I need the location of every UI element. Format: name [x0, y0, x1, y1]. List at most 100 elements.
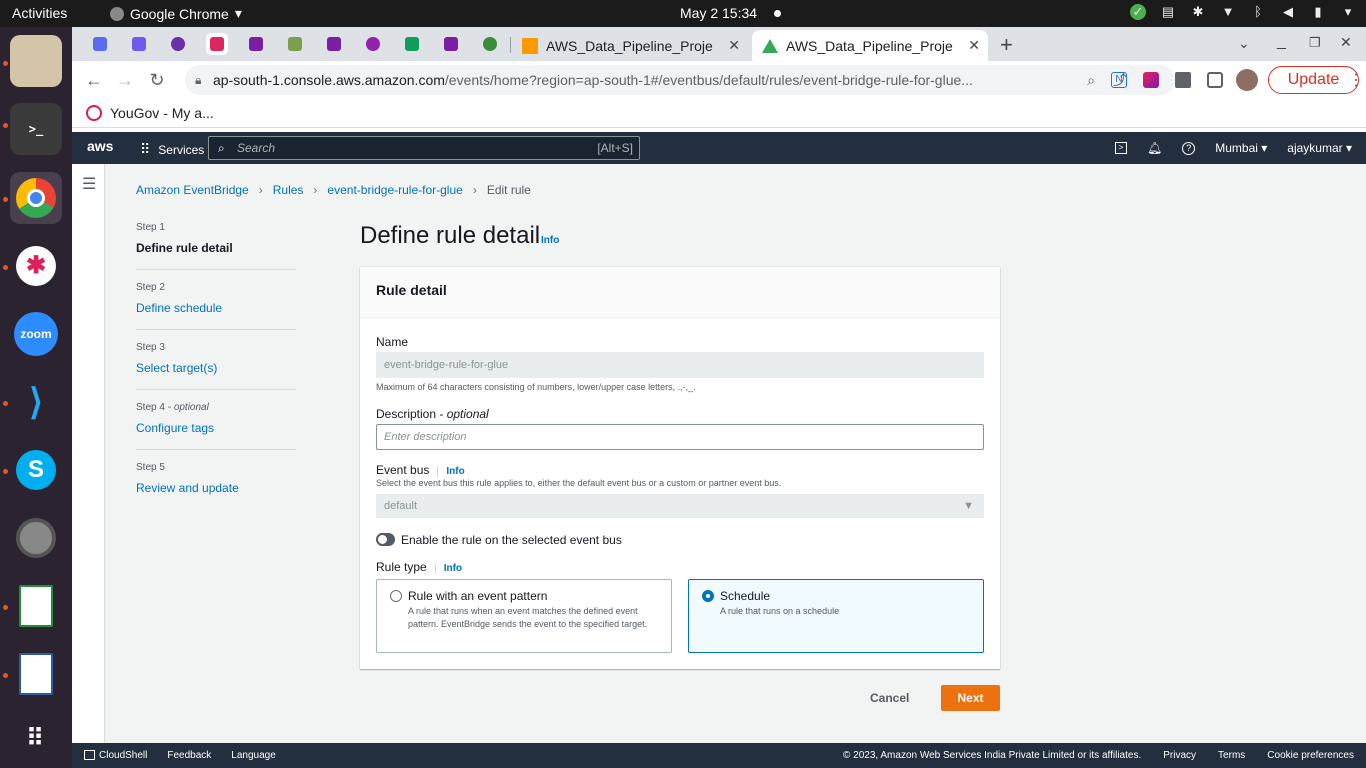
search-shortcut: [Alt+S] — [597, 141, 633, 155]
skype-icon[interactable]: S — [10, 444, 62, 496]
enable-rule-label: Enable the rule on the selected event bu… — [401, 533, 622, 547]
vscode-icon[interactable]: ⟩ — [10, 376, 62, 428]
aws-logo[interactable]: aws — [87, 138, 113, 154]
zoom-icon[interactable]: ⌕ — [1087, 65, 1095, 95]
cookie-preferences-link[interactable]: Cookie preferences — [1267, 750, 1354, 761]
notification-dot-icon — [774, 10, 781, 17]
services-menu[interactable]: ⠿ Services — [140, 141, 204, 158]
next-button[interactable]: Next — [941, 685, 1000, 711]
activities-button[interactable]: Activities — [12, 5, 67, 21]
pinned-tab[interactable] — [323, 33, 345, 55]
new-tab-button[interactable]: + — [1000, 32, 1013, 58]
close-window-icon[interactable]: ✕ — [1340, 34, 1352, 51]
system-tray[interactable]: ✓ ▤ ✱ ▼ ᛒ ◀ ▮ ▾ — [1130, 4, 1356, 20]
tab-search-icon[interactable]: ⌄ — [1238, 35, 1250, 52]
rule-type-schedule-card[interactable]: Schedule A rule that runs on a schedule — [688, 579, 984, 653]
running-indicator — [3, 605, 8, 610]
description-input[interactable]: Enter description — [376, 424, 984, 450]
back-icon[interactable]: ← — [83, 70, 105, 91]
optional-text: optional — [446, 407, 489, 421]
terms-link[interactable]: Terms — [1218, 750, 1245, 761]
page-title: Define rule detail — [360, 222, 541, 249]
system-top-bar: Activities Google Chrome ▾ May 2 15:34 ✓… — [0, 0, 1366, 27]
chrome-icon[interactable] — [10, 172, 62, 224]
bluetooth-icon: ᛒ — [1254, 4, 1262, 19]
account-menu[interactable]: ajaykumar ▾ — [1287, 141, 1352, 155]
clock[interactable]: May 2 15:34 — [680, 5, 757, 21]
rule-type-event-pattern-card[interactable]: Rule with an event pattern A rule that r… — [376, 579, 672, 653]
rule-type-info-link[interactable]: Info — [434, 563, 463, 574]
pinned-tab[interactable] — [362, 33, 384, 55]
aws-search-input[interactable]: ⌕ Search [Alt+S] — [208, 136, 640, 160]
tab-aws-pipeline-2[interactable]: AWS_Data_Pipeline_Proje ✕ — [752, 30, 988, 61]
show-apps-icon[interactable]: ⠿ — [10, 712, 62, 764]
breadcrumb-rules[interactable]: Rules — [273, 183, 304, 197]
step-label: Step 2 — [136, 282, 165, 293]
info-link[interactable]: Info — [541, 235, 559, 246]
privacy-link[interactable]: Privacy — [1163, 750, 1196, 761]
profile-avatar[interactable] — [1236, 69, 1258, 91]
slack-icon[interactable]: ✱ — [10, 240, 62, 292]
pinned-tab[interactable] — [128, 33, 150, 55]
pinned-tab[interactable] — [89, 33, 111, 55]
address-bar[interactable]: 🔒︎ ap-south-1.console.aws.amazon.com/eve… — [185, 65, 1175, 95]
pinned-tab[interactable] — [401, 33, 423, 55]
extensions-puzzle-icon[interactable] — [1175, 72, 1191, 88]
step-link[interactable]: Configure tags — [136, 421, 296, 435]
tab-aws-pipeline-1[interactable]: AWS_Data_Pipeline_Proje ✕ — [512, 30, 748, 61]
forward-icon[interactable]: → — [114, 70, 136, 91]
radio-event-pattern[interactable] — [390, 590, 402, 602]
maximize-icon[interactable]: ❐ — [1309, 35, 1321, 51]
bookmark-yougov[interactable]: YouGov - My a... — [86, 105, 214, 121]
bell-icon[interactable]: 🔔︎ — [1147, 141, 1162, 155]
breadcrumb-rule[interactable]: event-bridge-rule-for-glue — [327, 183, 462, 197]
app-menu[interactable]: Google Chrome ▾ — [110, 5, 242, 22]
files-icon[interactable] — [10, 35, 62, 87]
settings-icon[interactable] — [10, 512, 62, 564]
update-button[interactable]: Update — [1268, 66, 1359, 94]
pinned-tab[interactable] — [167, 33, 189, 55]
account-label: ajaykumar — [1287, 141, 1343, 155]
search-icon: ⌕ — [218, 141, 225, 155]
event-bus-value: default — [384, 500, 418, 512]
spreadsheet-icon[interactable] — [10, 580, 62, 632]
enable-rule-toggle[interactable] — [376, 533, 395, 546]
chrome-logo — [16, 178, 56, 218]
reload-icon[interactable]: ↻ — [146, 70, 168, 91]
hamburger-menu-icon[interactable]: ☰ — [82, 174, 96, 194]
help-icon[interactable]: ? — [1182, 141, 1196, 155]
step-link[interactable]: Define schedule — [136, 301, 296, 315]
feedback-link[interactable]: Feedback — [167, 750, 211, 761]
step-number: Step 4 — [136, 402, 165, 413]
side-panel-icon[interactable] — [1207, 72, 1223, 88]
extension-n-icon[interactable]: N — [1111, 72, 1127, 88]
step-link[interactable]: Review and update — [136, 481, 296, 495]
pinned-tab[interactable] — [284, 33, 306, 55]
step-link[interactable]: Select target(s) — [136, 361, 296, 375]
breadcrumb-eventbridge[interactable]: Amazon EventBridge — [136, 183, 249, 197]
pinned-tab[interactable] — [479, 33, 501, 55]
chevron-right-icon: › — [472, 183, 477, 197]
radio-schedule[interactable] — [702, 590, 714, 602]
pinned-tab[interactable] — [245, 33, 267, 55]
zoom-icon[interactable]: zoom — [10, 308, 62, 360]
chevron-down-icon: ▾ — [1344, 4, 1352, 19]
step-divider — [136, 329, 296, 330]
pinned-tab[interactable] — [206, 33, 228, 55]
minimize-icon[interactable]: _ — [1277, 33, 1286, 51]
name-field: event-bridge-rule-for-glue — [376, 352, 984, 378]
terminal-icon[interactable]: >_ — [10, 103, 62, 155]
close-tab-icon[interactable]: ✕ — [728, 37, 740, 54]
rule-detail-panel: Rule detail Name event-bridge-rule-for-g… — [360, 267, 1000, 669]
language-link[interactable]: Language — [231, 750, 276, 761]
cloudshell-icon[interactable]: > — [1115, 142, 1127, 154]
region-menu[interactable]: Mumbai ▾ — [1215, 141, 1267, 155]
cancel-button[interactable]: Cancel — [870, 691, 909, 705]
pinned-tab[interactable] — [440, 33, 462, 55]
extension-pen-icon[interactable] — [1143, 72, 1159, 88]
close-tab-icon[interactable]: ✕ — [968, 37, 980, 54]
cloudshell-link[interactable]: CloudShell — [84, 750, 147, 761]
menu-dots-icon[interactable]: ⋮ — [1348, 70, 1364, 90]
event-bus-info-link[interactable]: Info — [437, 466, 465, 477]
writer-icon[interactable] — [10, 648, 62, 700]
